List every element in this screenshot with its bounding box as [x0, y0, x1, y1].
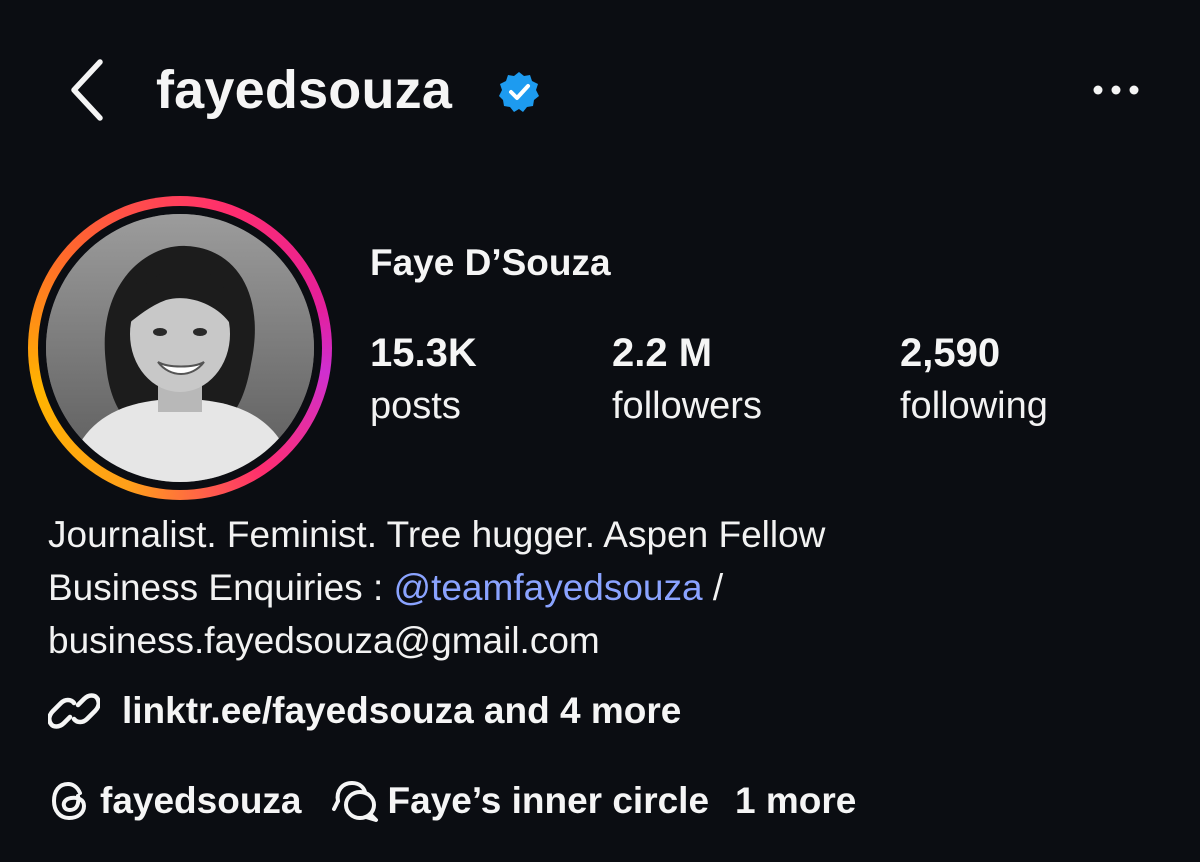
avatar-ring-gap	[38, 206, 322, 490]
profile-photo	[46, 214, 314, 482]
bio-line-1: Journalist. Feminist. Tree hugger. Aspen…	[48, 514, 826, 555]
following-count: 2,590	[900, 331, 1001, 375]
more-horizontal-icon	[1093, 85, 1139, 95]
avatar	[46, 214, 314, 482]
broadcast-chat-icon	[331, 781, 378, 822]
mention-link[interactable]: @teamfayedsouza	[394, 567, 703, 608]
followers-label: followers	[612, 385, 762, 427]
following-stat[interactable]: 2,590 following	[900, 330, 1048, 430]
threads-chip[interactable]: fayedsouza	[48, 778, 302, 824]
posts-label: posts	[370, 385, 461, 427]
chevron-left-icon	[71, 59, 103, 121]
verified-badge-icon	[499, 72, 539, 112]
broadcast-channel-name: Faye’s inner circle	[387, 780, 710, 821]
avatar-story-ring[interactable]	[28, 196, 332, 500]
threads-icon	[51, 781, 87, 821]
posts-count: 15.3K	[370, 331, 477, 375]
external-links-row[interactable]: linktr.ee/fayedsouza and 4 more	[48, 686, 681, 736]
followers-stat[interactable]: 2.2 M followers	[612, 330, 762, 430]
posts-stat[interactable]: 15.3K posts	[370, 330, 477, 430]
profile-display-name: Faye D’Souza	[370, 242, 611, 283]
link-icon	[48, 693, 100, 729]
profile-username: fayedsouza	[156, 60, 453, 120]
more-options-button[interactable]	[1088, 70, 1144, 110]
more-links-label: 1 more	[735, 780, 857, 821]
bio-separator: /	[702, 567, 724, 608]
followers-count: 2.2 M	[612, 331, 713, 375]
bio-business-prefix: Business Enquiries :	[48, 567, 394, 608]
profile-chips-row: fayedsouza Faye’s inner circle 1 more	[48, 776, 856, 826]
broadcast-channel-chip[interactable]: Faye’s inner circle	[330, 778, 710, 824]
bio-email: business.fayedsouza@gmail.com	[48, 620, 600, 661]
following-label: following	[900, 385, 1048, 427]
threads-handle: fayedsouza	[100, 780, 302, 821]
more-links-chip[interactable]: 1 more	[735, 778, 856, 824]
back-button[interactable]	[56, 52, 116, 128]
bio-line-2: Business Enquiries : @teamfayedsouza /	[48, 565, 723, 611]
external-link-text: linktr.ee/fayedsouza and 4 more	[122, 690, 682, 731]
